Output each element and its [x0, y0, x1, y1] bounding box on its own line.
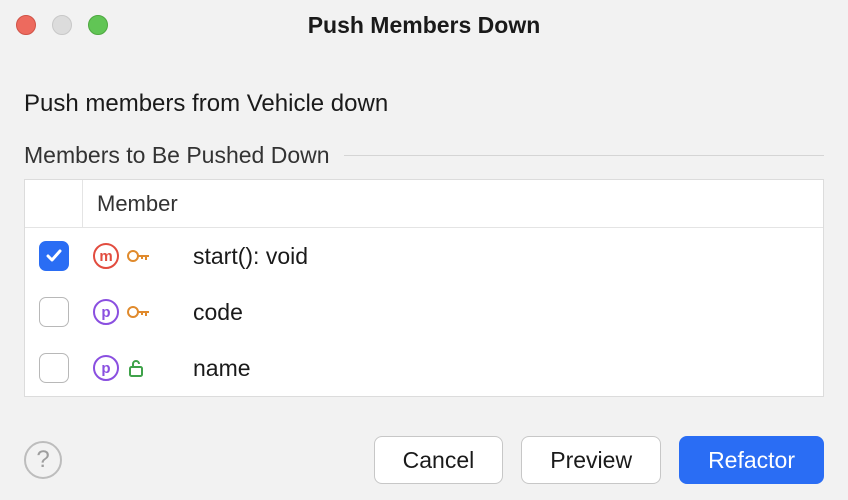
table-row: m start(): void: [25, 228, 823, 284]
members-table: Member m start(): void p code p name: [24, 179, 824, 397]
title-bar: Push Members Down: [0, 0, 848, 50]
close-window-button[interactable]: [16, 15, 36, 35]
row-icons: m: [83, 228, 193, 284]
row-icons: p: [83, 340, 193, 396]
section-label-text: Members to Be Pushed Down: [24, 142, 330, 169]
dialog-heading: Push members from Vehicle down: [24, 90, 824, 118]
section-divider: [344, 155, 824, 156]
dialog-footer: ? Cancel Preview Refactor: [0, 422, 848, 500]
cancel-button[interactable]: Cancel: [374, 436, 504, 484]
member-label: code: [193, 299, 823, 326]
row-icons: p: [83, 284, 193, 340]
member-label: start(): void: [193, 243, 823, 270]
zoom-window-button[interactable]: [88, 15, 108, 35]
key-icon: [127, 304, 151, 320]
window-controls: [16, 15, 108, 35]
member-label: name: [193, 355, 823, 382]
property-badge-icon: p: [93, 299, 119, 325]
member-checkbox[interactable]: [39, 297, 69, 327]
member-checkbox[interactable]: [39, 241, 69, 271]
table-row: p name: [25, 340, 823, 396]
key-icon: [127, 248, 151, 264]
header-member-col: Member: [83, 180, 823, 227]
dialog-content: Push members from Vehicle down Members t…: [0, 50, 848, 397]
refactor-button[interactable]: Refactor: [679, 436, 824, 484]
property-badge-icon: p: [93, 355, 119, 381]
lock-open-icon: [127, 358, 145, 378]
row-check-cell: [25, 340, 83, 396]
row-check-cell: [25, 284, 83, 340]
header-check-col: [25, 180, 83, 227]
window-title: Push Members Down: [0, 12, 848, 39]
minimize-window-button[interactable]: [52, 15, 72, 35]
help-button[interactable]: ?: [24, 441, 62, 479]
method-badge-icon: m: [93, 243, 119, 269]
table-row: p code: [25, 284, 823, 340]
row-check-cell: [25, 228, 83, 284]
preview-button[interactable]: Preview: [521, 436, 661, 484]
section-label: Members to Be Pushed Down: [24, 142, 824, 169]
table-header-row: Member: [25, 180, 823, 228]
member-checkbox[interactable]: [39, 353, 69, 383]
